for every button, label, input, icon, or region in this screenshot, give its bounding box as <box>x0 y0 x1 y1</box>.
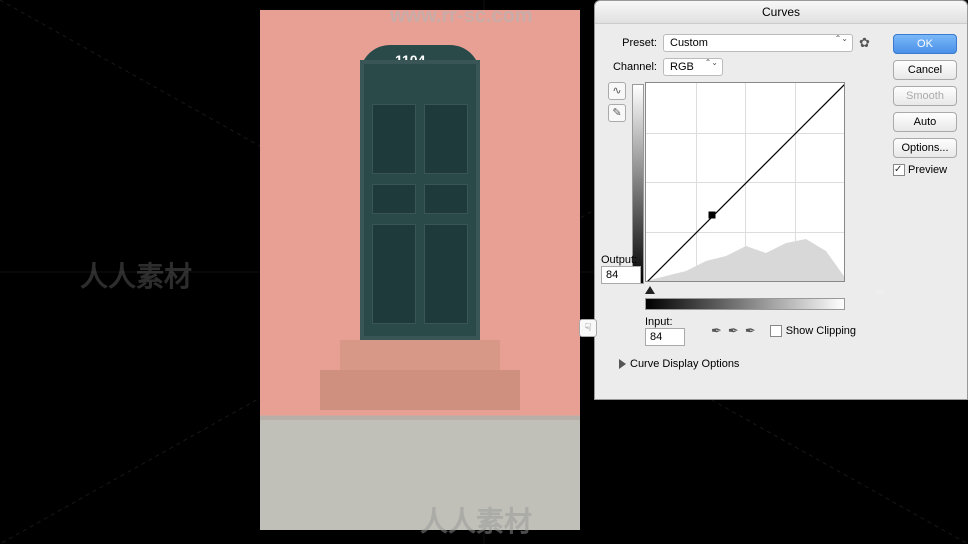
gear-icon[interactable]: ✿ <box>859 35 870 51</box>
smooth-button[interactable]: Smooth <box>893 86 957 106</box>
show-clipping-checkbox[interactable] <box>770 325 782 337</box>
preset-label: Preset: <box>607 37 657 49</box>
pencil-tool-icon[interactable]: ✎ <box>608 104 626 122</box>
watermark-bottom: 人人素材 <box>420 500 532 540</box>
curve-control-point[interactable] <box>709 212 716 219</box>
auto-button[interactable]: Auto <box>893 112 957 132</box>
channel-select[interactable]: RGB <box>663 58 723 76</box>
output-field[interactable] <box>601 266 641 284</box>
canvas-workspace: 1104 www.rr-sc.com 人人素材 人人素材 人人素材 Curves… <box>0 0 968 544</box>
curve-tool-icon[interactable]: ∿ <box>608 82 626 100</box>
eyedropper-black-icon[interactable]: ✒ <box>711 323 722 339</box>
eyedropper-white-icon[interactable]: ✒ <box>745 323 756 339</box>
ok-button[interactable]: OK <box>893 34 957 54</box>
eyedropper-gray-icon[interactable]: ✒ <box>728 323 739 339</box>
preview-label: Preview <box>908 164 947 176</box>
document-image[interactable]: 1104 <box>260 10 580 530</box>
hand-tool-icon[interactable]: ☟ <box>579 319 597 337</box>
black-point-slider[interactable] <box>645 286 655 294</box>
curve-graph[interactable] <box>645 82 845 282</box>
watermark-left: 人人素材 <box>80 255 192 295</box>
preset-select[interactable]: Custom <box>663 34 853 52</box>
watermark-url: www.rr-sc.com <box>390 5 533 28</box>
door <box>360 60 480 340</box>
curve-line <box>646 83 844 281</box>
input-field[interactable] <box>645 328 685 346</box>
curve-display-options-label: Curve Display Options <box>630 358 739 370</box>
step-upper <box>340 340 500 370</box>
output-label: Output: <box>601 254 637 266</box>
preview-checkbox[interactable] <box>893 164 905 176</box>
cancel-button[interactable]: Cancel <box>893 60 957 80</box>
input-gradient <box>645 298 845 310</box>
show-clipping-label: Show Clipping <box>786 325 856 337</box>
step-lower <box>320 370 520 410</box>
channel-label: Channel: <box>607 61 657 73</box>
curves-dialog: Curves Preset: Custom ✿ Channel: RGB ∿ ✎ <box>594 0 968 400</box>
disclosure-arrow-icon[interactable] <box>619 359 626 369</box>
dialog-title: Curves <box>595 1 967 24</box>
white-point-slider[interactable] <box>875 286 885 294</box>
input-label: Input: <box>645 316 681 328</box>
options-button[interactable]: Options... <box>893 138 957 158</box>
